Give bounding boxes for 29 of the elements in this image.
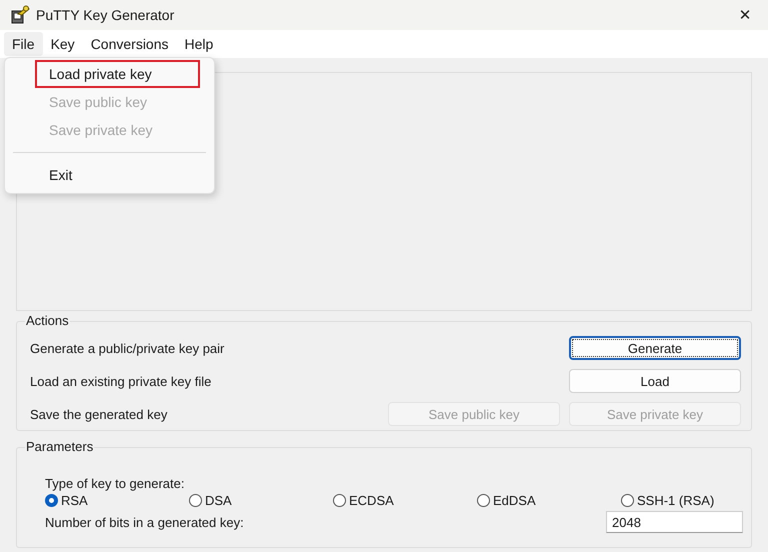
menu-item[interactable]: Conversions bbox=[82, 32, 177, 56]
radio-button[interactable] bbox=[333, 494, 346, 507]
action-label: Load an existing private key file bbox=[30, 374, 212, 388]
group-title: Actions bbox=[25, 313, 70, 328]
action-button[interactable]: Generate bbox=[569, 336, 741, 360]
key-type-label: Type of key to generate: bbox=[45, 476, 186, 491]
menu-item[interactable]: Key bbox=[42, 32, 83, 56]
radio-button[interactable] bbox=[45, 494, 58, 507]
bits-field[interactable]: 2048 bbox=[606, 511, 743, 533]
group-title: Parameters bbox=[25, 439, 94, 454]
radio-label: ECDSA bbox=[349, 493, 394, 508]
radio-label: EdDSA bbox=[493, 493, 536, 508]
radio-button[interactable] bbox=[189, 494, 202, 507]
bits-label: Number of bits in a generated key: bbox=[45, 514, 244, 530]
window-title: PuTTY Key Generator bbox=[36, 7, 174, 23]
close-button[interactable]: ✕ bbox=[722, 0, 768, 30]
app-icon bbox=[10, 5, 30, 25]
radio-label: SSH-1 (RSA) bbox=[637, 493, 714, 508]
radio-label: DSA bbox=[205, 493, 232, 508]
action-label: Generate a public/private key pair bbox=[30, 340, 226, 356]
menu-item[interactable]: File bbox=[4, 32, 43, 56]
action-label: Save the generated key bbox=[30, 406, 168, 422]
action-button[interactable]: Load bbox=[569, 369, 741, 393]
radio-button[interactable] bbox=[621, 494, 634, 507]
radio-button[interactable] bbox=[477, 494, 490, 507]
menu-option[interactable]: Load private key bbox=[35, 60, 200, 88]
radio-label: RSA bbox=[61, 493, 88, 508]
menu-item[interactable]: Help bbox=[176, 32, 222, 56]
menu-option[interactable]: Exit bbox=[35, 161, 200, 189]
